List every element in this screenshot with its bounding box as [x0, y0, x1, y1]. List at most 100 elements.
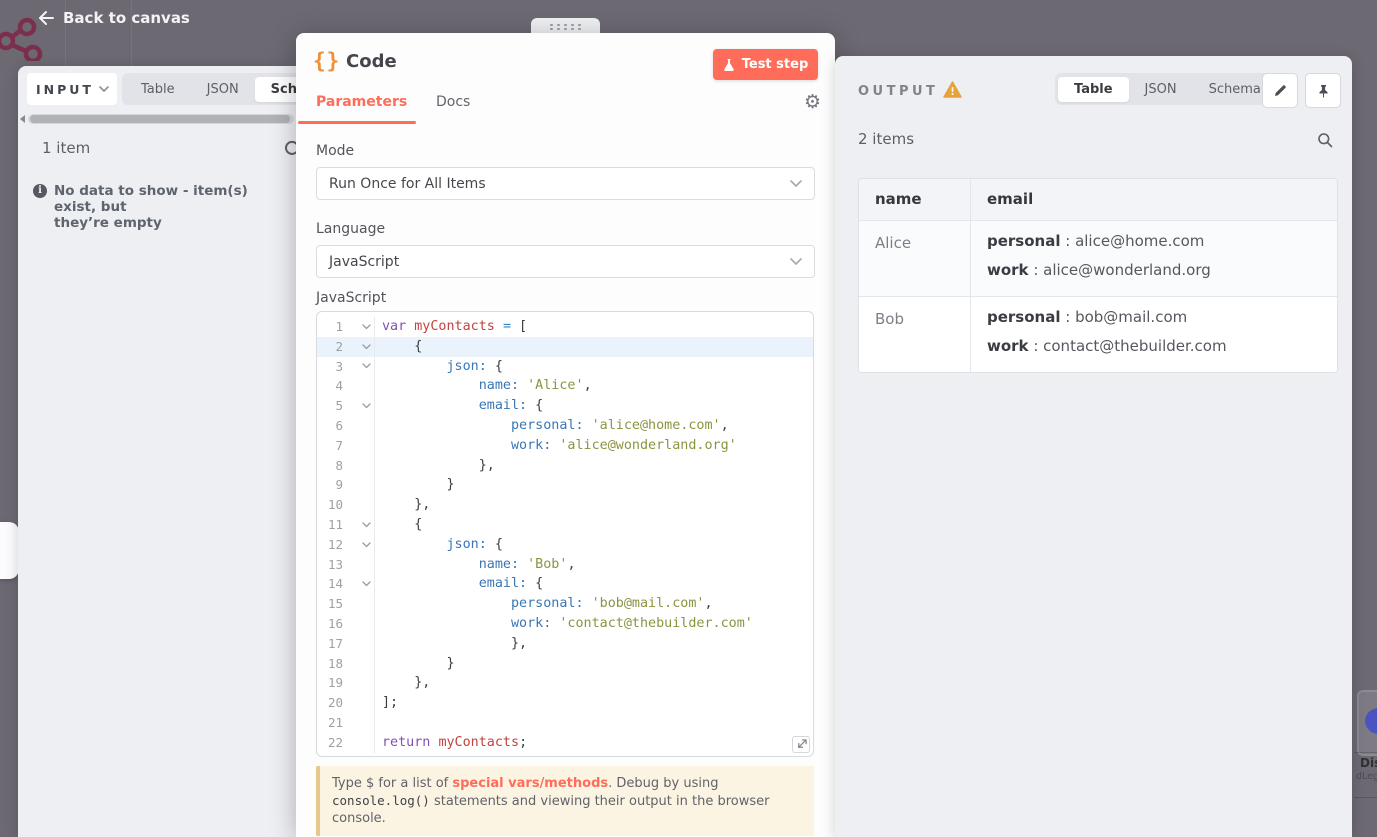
- ndv-overlay: Back to canvas Dis dLega INPUT TableJSON…: [0, 0, 1377, 837]
- code-line[interactable]: 7 work: 'alice@wonderland.org': [317, 435, 813, 456]
- fold-toggle-icon[interactable]: [343, 534, 375, 555]
- gear-icon[interactable]: ⚙: [804, 93, 821, 112]
- fold-toggle-icon[interactable]: [343, 317, 375, 337]
- line-number: 9: [335, 477, 343, 493]
- info-icon: i: [33, 184, 47, 198]
- code-line[interactable]: 21: [317, 712, 813, 733]
- edit-output-button[interactable]: [1262, 73, 1298, 108]
- email-entry: work : alice@wonderland.org: [987, 261, 1211, 279]
- code-line[interactable]: 6 personal: 'alice@home.com',: [317, 415, 813, 436]
- code-text: },: [382, 497, 431, 513]
- code-text: work: 'contact@thebuilder.com': [511, 615, 753, 631]
- code-text: json: {: [446, 358, 503, 374]
- fold-gutter: [343, 415, 375, 436]
- table-header-row: name email: [859, 179, 1337, 220]
- refresh-icon[interactable]: [284, 140, 296, 156]
- code-line[interactable]: 11 {: [317, 514, 813, 535]
- tab-docs[interactable]: Docs: [436, 94, 470, 110]
- language-label: Language: [316, 221, 386, 237]
- fold-toggle-icon[interactable]: [343, 336, 375, 357]
- hscroll-left-arrow[interactable]: [20, 115, 25, 123]
- fold-gutter: [343, 594, 375, 614]
- fold-toggle-icon[interactable]: [343, 396, 375, 416]
- fold-gutter: [343, 495, 375, 515]
- cell-name: Bob: [859, 297, 971, 372]
- fold-toggle-icon[interactable]: [343, 356, 375, 377]
- special-vars-link[interactable]: special vars/methods: [452, 776, 608, 791]
- code-line[interactable]: 19 },: [317, 673, 813, 694]
- code-line[interactable]: 20];: [317, 693, 813, 713]
- divider: [1354, 797, 1377, 798]
- line-number: 6: [335, 417, 343, 433]
- code-text: name: 'Bob',: [478, 556, 576, 572]
- flask-icon: [723, 58, 734, 71]
- search-icon[interactable]: [1317, 132, 1333, 148]
- back-to-canvas-link[interactable]: Back to canvas: [38, 9, 190, 27]
- editor-label: JavaScript: [316, 290, 387, 306]
- code-editor[interactable]: 1 var myContacts = [2 {3 json: {4 name: '…: [316, 311, 814, 757]
- language-select[interactable]: JavaScript: [316, 245, 815, 278]
- output-panel-title: OUTPUT: [858, 84, 939, 99]
- code-line[interactable]: 9 }: [317, 475, 813, 496]
- panel-resize-grip[interactable]: [0, 522, 19, 579]
- pin-data-button[interactable]: [1305, 73, 1341, 108]
- fold-gutter: [343, 732, 375, 753]
- code-line[interactable]: 4 name: 'Alice',: [317, 376, 813, 397]
- fold-toggle-icon[interactable]: [343, 514, 375, 535]
- line-number: 18: [327, 655, 343, 671]
- code-text: }: [382, 477, 455, 493]
- input-items-count: 1 item: [42, 139, 91, 157]
- input-tab-table[interactable]: Table: [125, 77, 191, 102]
- input-panel-title: INPUT: [36, 81, 94, 97]
- code-line[interactable]: 10 },: [317, 495, 813, 515]
- code-line[interactable]: 17 },: [317, 633, 813, 654]
- code-line[interactable]: 18 }: [317, 653, 813, 674]
- hscroll-track[interactable]: [28, 114, 294, 124]
- line-number: 3: [335, 358, 343, 374]
- back-arrow-icon: [39, 11, 54, 25]
- mode-select[interactable]: Run Once for All Items: [316, 167, 815, 200]
- code-line[interactable]: 14 email: {: [317, 574, 813, 595]
- code-line[interactable]: 13 name: 'Bob',: [317, 554, 813, 575]
- output-tab-json[interactable]: JSON: [1129, 77, 1193, 102]
- warning-icon: [943, 81, 962, 98]
- hscroll-thumb[interactable]: [30, 115, 290, 123]
- code-text: json: {: [446, 536, 503, 552]
- output-table: name email Alice personal : alice@home.com w…: [858, 178, 1338, 373]
- line-number: 14: [327, 576, 343, 592]
- back-to-canvas-label: Back to canvas: [63, 9, 190, 27]
- pin-icon: [1319, 84, 1327, 97]
- fold-gutter: [343, 613, 375, 634]
- code-line[interactable]: 15 personal: 'bob@mail.com',: [317, 594, 813, 614]
- line-number: 10: [327, 497, 343, 513]
- code-line[interactable]: 12 json: {: [317, 534, 813, 555]
- editor-resize-grip[interactable]: [792, 736, 810, 753]
- node-logo-icon: [1365, 708, 1377, 734]
- chevron-down-icon: [790, 258, 802, 265]
- fold-toggle-icon[interactable]: [343, 574, 375, 595]
- code-text: },: [382, 675, 431, 691]
- test-step-button[interactable]: Test step: [713, 49, 818, 80]
- code-text: },: [382, 457, 495, 473]
- fold-gutter: [343, 376, 375, 397]
- code-text: [375, 713, 382, 733]
- input-tab-json[interactable]: JSON: [191, 77, 255, 102]
- fold-gutter: [343, 435, 375, 456]
- line-number: 21: [327, 714, 343, 730]
- tab-parameters[interactable]: Parameters: [316, 94, 407, 110]
- input-tab-schema[interactable]: Schema: [254, 76, 296, 102]
- node-sublabel: dLega: [1356, 771, 1377, 782]
- email-entry: work : contact@thebuilder.com: [987, 337, 1227, 355]
- code-line[interactable]: 5 email: {: [317, 396, 813, 416]
- input-source-select[interactable]: INPUT: [27, 73, 117, 105]
- line-number: 4: [335, 378, 343, 394]
- line-number: 20: [327, 695, 343, 711]
- code-line[interactable]: 22 return myContacts;: [317, 732, 813, 753]
- code-line[interactable]: 8 },: [317, 455, 813, 476]
- code-line[interactable]: 3 json: {: [317, 356, 813, 377]
- code-line[interactable]: 2 {: [317, 336, 813, 357]
- code-line[interactable]: 1 var myContacts = [: [317, 317, 813, 337]
- code-text: {: [382, 516, 423, 532]
- code-line[interactable]: 16 work: 'contact@thebuilder.com': [317, 613, 813, 634]
- output-tab-table[interactable]: Table: [1058, 76, 1129, 102]
